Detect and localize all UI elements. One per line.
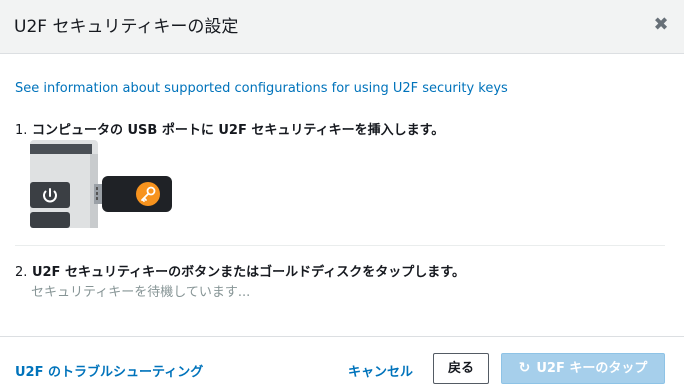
step-2-number: 2. [15,265,28,280]
step-divider [15,245,665,246]
step-1-number: 1. [15,123,28,138]
close-icon[interactable]: ✖ [650,14,672,36]
step-1-instruction: 1. コンピュータの USB ポートに U2F セキュリティキーを挿入します。 [15,119,444,138]
power-icon [30,182,70,208]
spinner-icon: ↻ [518,360,531,376]
key-icon [136,182,160,206]
laptop-key-block [30,212,70,228]
step-2-text: U2F セキュリティキーのボタンまたはゴールドディスクをタップします。 [31,265,465,280]
tap-u2f-key-label: U2F キーのタップ [536,361,648,376]
troubleshooting-link[interactable]: U2F のトラブルシューティング [15,361,203,380]
waiting-status: セキュリティキーを待機しています... [31,285,251,300]
step-1-text: コンピュータの USB ポートに U2F セキュリティキーを挿入します。 [31,123,445,138]
laptop-top-strip [30,144,92,154]
dialog-header: U2F セキュリティキーの設定 ✖ [0,0,684,54]
dialog-title: U2F セキュリティキーの設定 [14,17,239,37]
step-2-instruction: 2. U2F セキュリティキーのボタンまたはゴールドディスクをタップします。 [15,261,465,280]
back-button[interactable]: 戻る [433,353,489,384]
cancel-button[interactable]: キャンセル [348,361,413,380]
supported-configurations-link[interactable]: See information about supported configur… [15,81,508,96]
usb-key-illustration [30,140,172,228]
tap-u2f-key-button[interactable]: ↻ U2F キーのタップ [501,353,665,384]
